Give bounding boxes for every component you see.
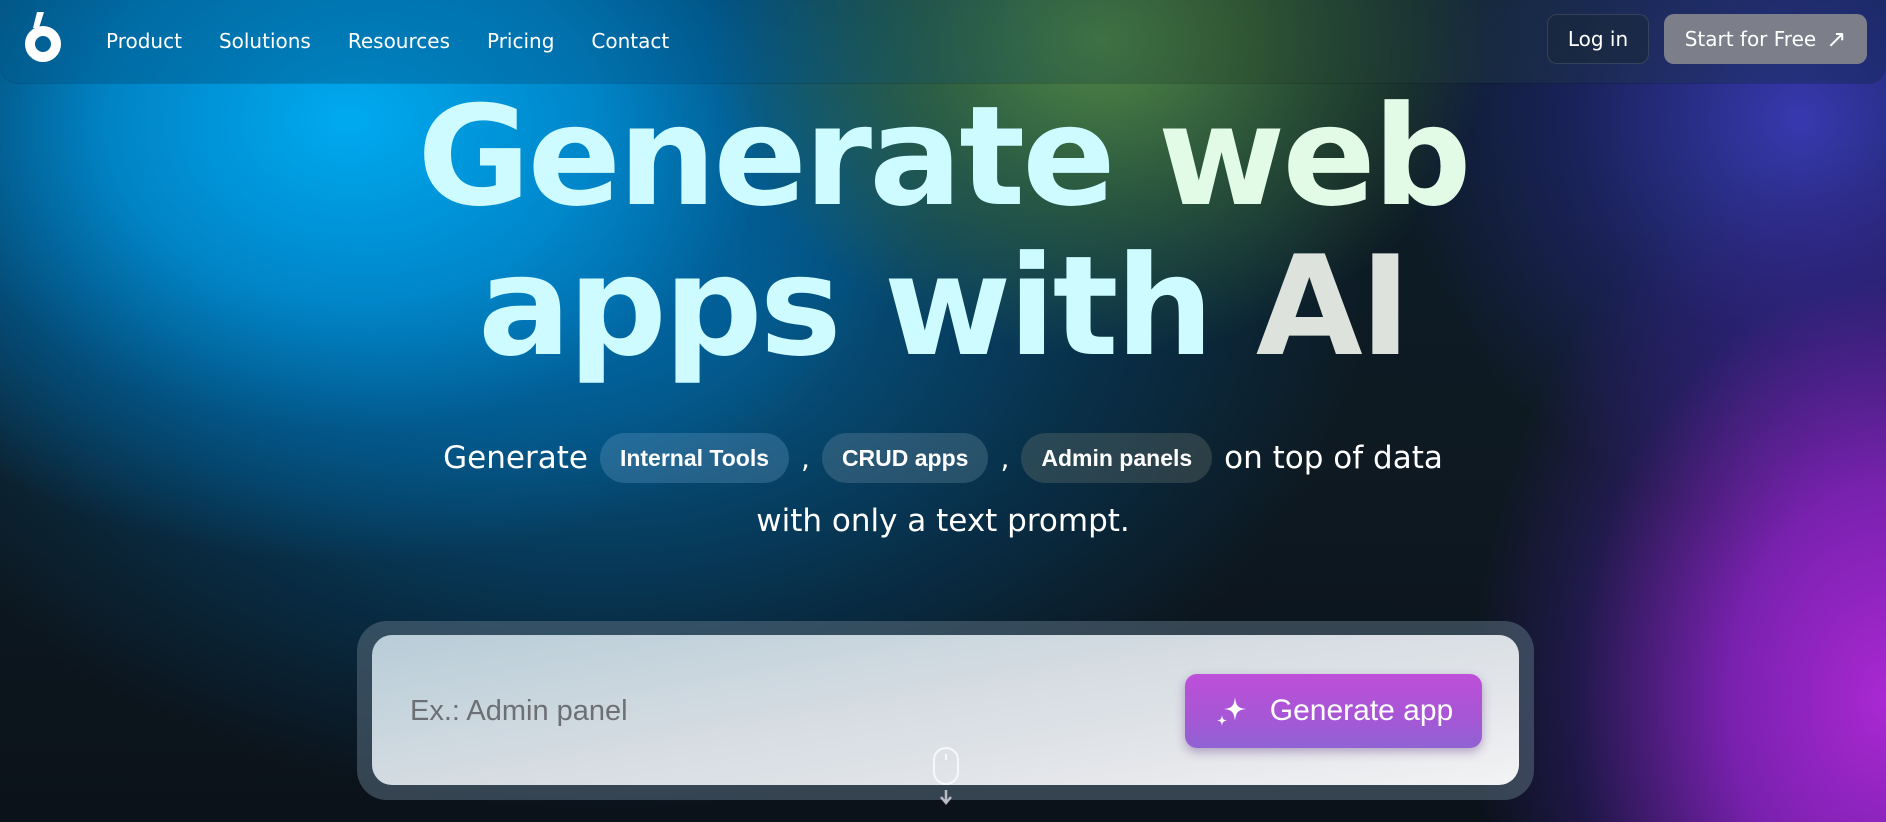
hero-title-line1: Generate web <box>0 82 1886 232</box>
separator: , <box>801 441 810 475</box>
hero-title-word: Generate <box>417 76 1115 237</box>
start-label: Start for Free <box>1684 27 1817 51</box>
subtitle-suffix: on top of data <box>1224 440 1443 476</box>
arrow-up-right-icon: ↗ <box>1826 25 1847 53</box>
nav-solutions[interactable]: Solutions <box>219 29 311 53</box>
hero-title-word: apps with <box>477 226 1214 387</box>
nav-pricing[interactable]: Pricing <box>487 29 554 53</box>
subtitle-line1: Generate Internal Tools , CRUD apps , Ad… <box>0 430 1886 486</box>
hero-subtitle: Generate Internal Tools , CRUD apps , Ad… <box>0 430 1886 546</box>
hero-title-line2: apps with AI <box>0 232 1886 382</box>
chip-crud-apps: CRUD apps <box>821 433 989 483</box>
nav-contact[interactable]: Contact <box>591 29 669 53</box>
logo-icon[interactable] <box>22 10 64 64</box>
prompt-input[interactable] <box>408 685 1172 737</box>
nav-product[interactable]: Product <box>106 29 182 53</box>
login-button[interactable]: Log in <box>1547 14 1649 64</box>
generate-app-button[interactable]: Generate app <box>1185 674 1482 748</box>
start-for-free-button[interactable]: Start for Free ↗ <box>1664 14 1867 64</box>
separator: , <box>1000 441 1010 475</box>
subtitle-prefix: Generate <box>443 440 588 476</box>
hero-title-word: AI <box>1255 226 1411 387</box>
subtitle-line2: with only a text prompt. <box>756 503 1130 539</box>
nav-resources[interactable]: Resources <box>348 29 450 53</box>
nav-links: Product Solutions Resources Pricing Cont… <box>106 0 706 82</box>
chip-admin-panels: Admin panels <box>1021 433 1213 483</box>
generate-app-label: Generate app <box>1269 694 1454 727</box>
sparkles-icon <box>1216 697 1246 726</box>
top-navbar: Product Solutions Resources Pricing Cont… <box>0 0 1886 83</box>
chip-internal-tools: Internal Tools <box>599 433 790 483</box>
hero-title: Generate web apps with AI <box>0 82 1886 382</box>
login-label: Log in <box>1567 27 1629 51</box>
hero-title-word: web <box>1157 76 1472 237</box>
mouse-scroll-icon <box>933 747 959 805</box>
